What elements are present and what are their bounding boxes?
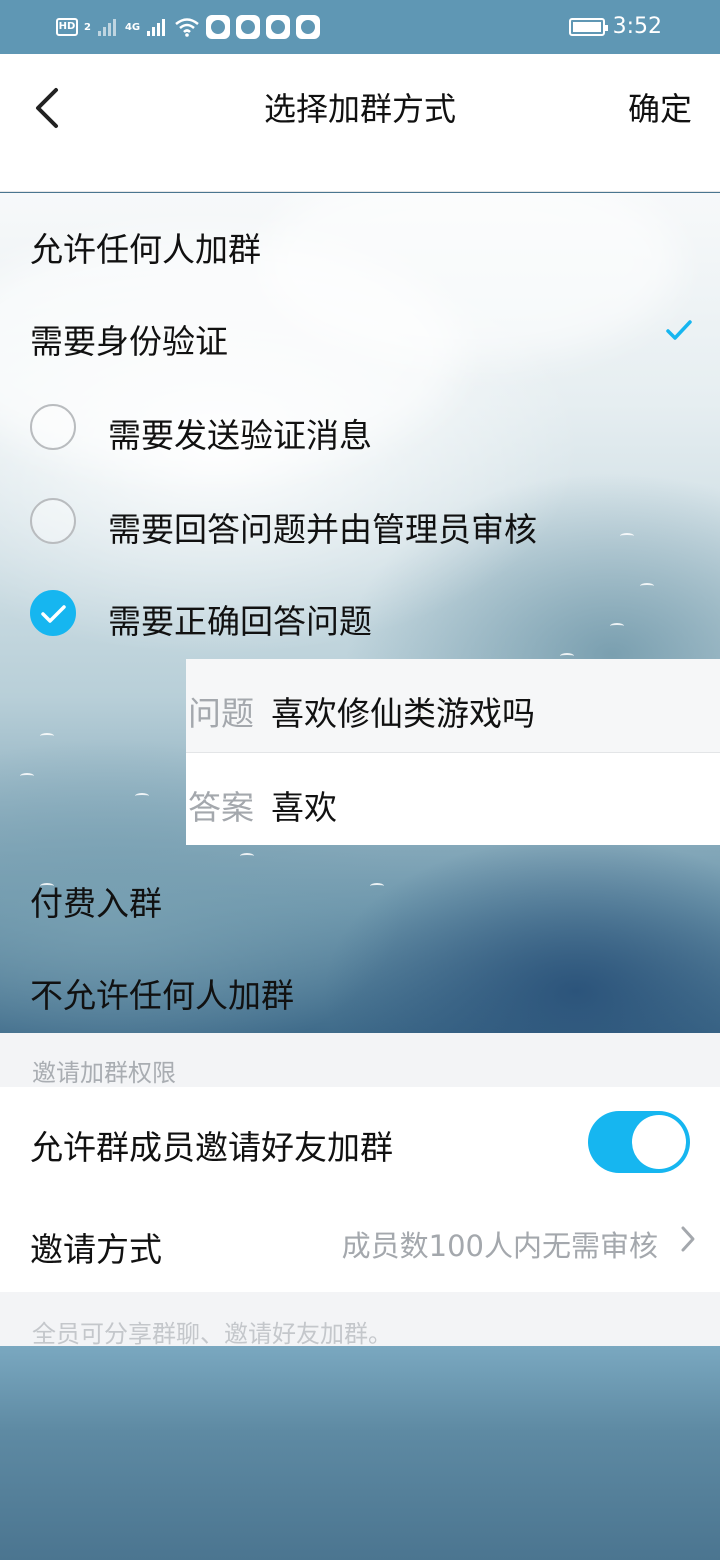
- toggle-knob: [632, 1115, 686, 1169]
- battery-icon: [568, 17, 608, 36]
- app-notification-icon: [266, 15, 291, 39]
- checkmark-icon: [666, 320, 692, 340]
- option-paid-join[interactable]: 付费入群: [0, 847, 720, 941]
- network-type-label: 4G: [124, 21, 141, 33]
- invite-section-label: 邀请加群权限: [32, 1059, 176, 1087]
- wifi-icon: [175, 18, 199, 37]
- option-paid-join-label: 付费入群: [30, 884, 162, 923]
- invite-section-header: 邀请加群权限: [0, 1033, 720, 1087]
- question-row[interactable]: 问题 喜欢修仙类游戏吗: [186, 659, 720, 752]
- hd-icon: HD: [56, 18, 78, 36]
- radio-unchecked-icon[interactable]: [30, 498, 76, 544]
- answer-label: 答案: [188, 788, 254, 827]
- chevron-right-icon: [681, 1226, 695, 1252]
- allow-member-invite-row[interactable]: 允许群成员邀请好友加群: [0, 1087, 720, 1189]
- option-allow-anyone-label: 允许任何人加群: [30, 230, 261, 269]
- sub-option-label: 需要正确回答问题: [108, 602, 372, 641]
- app-notification-icon: [296, 15, 321, 39]
- question-answer-box: 问题 喜欢修仙类游戏吗 答案 喜欢: [186, 659, 720, 845]
- join-options-panel: 允许任何人加群 需要身份验证 需要发送验证消息 需要回答问题并由管理员审核 需要…: [0, 193, 720, 1033]
- invite-method-value: 成员数100人内无需审核: [341, 1229, 658, 1263]
- invite-method-row[interactable]: 邀请方式 成员数100人内无需审核: [0, 1189, 720, 1292]
- sim-slot-label: 2: [84, 21, 91, 33]
- invite-footer: 全员可分享群聊、邀请好友加群。: [0, 1292, 720, 1348]
- answer-row[interactable]: 答案 喜欢: [186, 752, 720, 845]
- background-illustration: [0, 1346, 720, 1560]
- question-label: 问题: [188, 694, 254, 733]
- sub-option-answer-correctly[interactable]: 需要正确回答问题: [0, 569, 720, 659]
- question-input[interactable]: 喜欢修仙类游戏吗: [271, 687, 535, 735]
- app-notification-icon: [236, 15, 261, 39]
- allow-member-invite-label: 允许群成员邀请好友加群: [30, 1128, 393, 1167]
- status-time: 3:52: [612, 14, 662, 39]
- status-bar-right: 3:52: [568, 14, 662, 39]
- radio-checked-icon[interactable]: [30, 590, 76, 636]
- invite-method-label: 邀请方式: [30, 1230, 162, 1269]
- option-require-verification[interactable]: 需要身份验证: [0, 287, 720, 381]
- option-disallow-anyone[interactable]: 不允许任何人加群: [0, 941, 720, 1033]
- sub-option-label: 需要回答问题并由管理员审核: [108, 510, 537, 549]
- sub-option-label: 需要发送验证消息: [108, 416, 372, 455]
- signal-4g-icon: [147, 19, 166, 36]
- confirm-button[interactable]: 确定: [628, 84, 692, 130]
- answer-input[interactable]: 喜欢: [271, 781, 337, 829]
- sub-option-send-verification[interactable]: 需要发送验证消息: [0, 381, 720, 475]
- status-bar: HD 2 4G 3:52: [0, 0, 720, 54]
- allow-member-invite-toggle[interactable]: [588, 1111, 690, 1173]
- app-notification-icon: [206, 15, 231, 39]
- option-require-verification-label: 需要身份验证: [30, 322, 228, 361]
- signal-icon: [97, 19, 116, 36]
- page-title: 选择加群方式: [263, 90, 456, 128]
- sub-option-answer-review[interactable]: 需要回答问题并由管理员审核: [0, 475, 720, 569]
- top-nav-bar: 选择加群方式 确定: [0, 54, 720, 192]
- invite-footer-note: 全员可分享群聊、邀请好友加群。: [32, 1320, 392, 1348]
- option-disallow-anyone-label: 不允许任何人加群: [30, 976, 294, 1015]
- radio-unchecked-icon[interactable]: [30, 404, 76, 450]
- status-bar-left: HD 2 4G: [56, 14, 321, 40]
- option-allow-anyone[interactable]: 允许任何人加群: [0, 193, 720, 287]
